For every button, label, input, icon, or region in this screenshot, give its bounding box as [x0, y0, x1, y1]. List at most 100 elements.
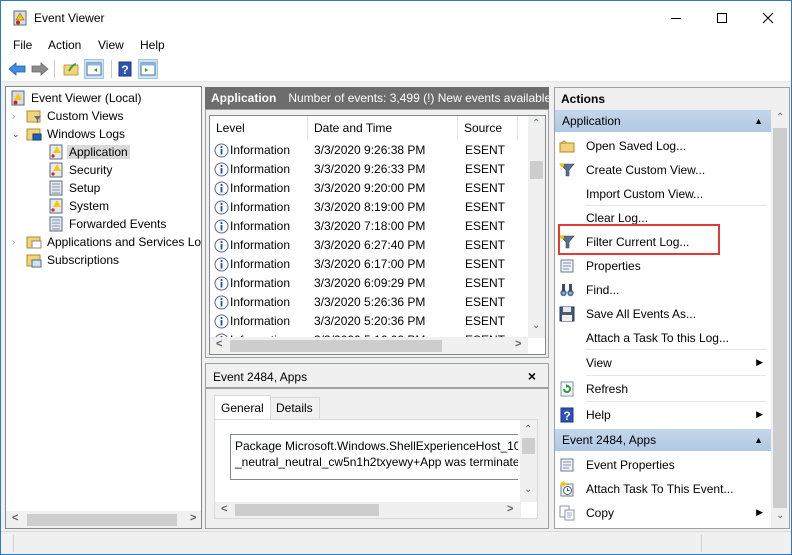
scrollbar-thumb[interactable] — [230, 340, 442, 352]
tree-item-application[interactable]: Application — [48, 143, 130, 161]
tree-item-setup[interactable]: Setup — [48, 179, 102, 197]
scroll-down-icon[interactable]: ⌄ — [776, 510, 784, 521]
cell-level: Information — [230, 143, 291, 157]
action-import-custom-view[interactable]: Import Custom View... — [555, 182, 771, 206]
svg-text:?: ? — [563, 409, 570, 423]
column-header-date-time[interactable]: Date and Time — [308, 116, 458, 140]
scroll-right-icon[interactable]: > — [190, 512, 196, 524]
scrollbar-thumb[interactable] — [773, 128, 787, 508]
event-message-box[interactable]: Package Microsoft.Windows.ShellExperienc… — [230, 434, 518, 480]
table-row[interactable]: Information 3/3/2020 5:20:36 PM ESENT — [210, 312, 528, 331]
action-attach-task-to-this-event[interactable]: Attach Task To This Event... — [555, 477, 771, 501]
tab-details[interactable]: Details — [269, 397, 320, 419]
cell-source: ESENT — [465, 219, 506, 233]
help-button[interactable]: ? — [115, 59, 135, 79]
cell-level: Information — [230, 200, 291, 214]
table-row[interactable]: Information 3/3/2020 5:26:36 PM ESENT — [210, 293, 528, 312]
menu-help[interactable]: Help — [140, 38, 165, 52]
cell-date-time: 3/3/2020 6:09:29 PM — [314, 276, 426, 290]
log-warning-icon — [49, 144, 63, 160]
action-attach-a-task-to-this-log[interactable]: Attach a Task To this Log... — [555, 326, 771, 350]
menu-file[interactable]: File — [13, 38, 32, 52]
table-row[interactable]: Information 3/3/2020 7:18:00 PM ESENT — [210, 217, 528, 236]
tree-item-custom-views[interactable]: › Custom Views — [12, 107, 125, 125]
column-header-source[interactable]: Source — [458, 116, 518, 140]
tree-item-system[interactable]: System — [48, 197, 111, 215]
show-hide-action-pane-button[interactable] — [138, 59, 158, 79]
table-row[interactable]: Information 3/3/2020 6:27:40 PM ESENT — [210, 236, 528, 255]
detail-horizontal-scrollbar[interactable]: < > — [215, 502, 521, 518]
scroll-up-icon[interactable]: ⌃ — [532, 118, 540, 129]
table-row[interactable]: Information 3/3/2020 6:09:29 PM ESENT — [210, 274, 528, 293]
events-vertical-scrollbar[interactable]: ⌃ ⌄ — [528, 116, 545, 338]
action-help[interactable]: ? Help ▶ — [555, 403, 771, 427]
action-find[interactable]: Find... — [555, 278, 771, 302]
tree-item-windows-logs[interactable]: ⌄ Windows Logs — [12, 125, 127, 143]
scrollbar-thumb[interactable] — [530, 161, 543, 179]
table-row[interactable]: Information 3/3/2020 9:20:00 PM ESENT — [210, 179, 528, 198]
maximize-button[interactable] — [699, 1, 745, 34]
actions-vertical-scrollbar[interactable]: ⌃ ⌄ — [771, 110, 789, 528]
action-refresh[interactable]: Refresh — [555, 377, 771, 401]
tree-item-security[interactable]: Security — [48, 161, 114, 179]
action-clear-log[interactable]: Clear Log... — [555, 206, 771, 230]
minimize-button[interactable] — [653, 1, 699, 34]
scrollbar-thumb[interactable] — [522, 438, 535, 454]
table-row[interactable]: Information 3/3/2020 9:26:33 PM ESENT — [210, 160, 528, 179]
tree-item-subscriptions[interactable]: Subscriptions — [26, 251, 121, 269]
action-save-all-events-as[interactable]: Save All Events As... — [555, 302, 771, 326]
collapse-chevron-icon[interactable]: ⌄ — [12, 129, 26, 140]
action-filter-current-log[interactable]: Filter Current Log... — [555, 230, 771, 254]
action-open-saved-log[interactable]: Open Saved Log... — [555, 134, 771, 158]
detail-header: Event 2484, Apps × — [206, 364, 548, 389]
action-label: Open Saved Log... — [586, 139, 687, 153]
scroll-down-icon[interactable]: ⌄ — [524, 484, 532, 495]
expand-chevron-icon[interactable]: › — [12, 111, 26, 122]
scrollbar-thumb[interactable] — [27, 514, 177, 526]
scroll-down-icon[interactable]: ⌄ — [532, 320, 540, 331]
toolbar-separator — [111, 60, 112, 78]
detail-vertical-scrollbar[interactable]: ⌃ ⌄ — [520, 420, 537, 502]
close-detail-icon[interactable]: × — [528, 368, 536, 384]
subscriptions-icon — [26, 254, 42, 268]
collapse-triangle-icon[interactable]: ▲ — [754, 110, 763, 132]
show-hide-console-tree-button[interactable] — [84, 59, 104, 79]
action-event-properties[interactable]: Event Properties — [555, 453, 771, 477]
expand-chevron-icon[interactable]: › — [12, 237, 26, 248]
table-row[interactable]: Information 3/3/2020 8:19:00 PM ESENT — [210, 198, 528, 217]
action-create-custom-view[interactable]: Create Custom View... — [555, 158, 771, 182]
scroll-left-icon[interactable]: < — [12, 512, 18, 524]
scroll-right-icon[interactable]: > — [515, 338, 521, 350]
tree-item-forwarded-events[interactable]: Forwarded Events — [48, 215, 168, 233]
action-properties[interactable]: Properties — [555, 254, 771, 278]
column-header-level[interactable]: Level — [210, 116, 308, 140]
back-button[interactable] — [7, 59, 27, 79]
scroll-left-icon[interactable]: < — [216, 338, 222, 350]
menu-action[interactable]: Action — [48, 38, 81, 52]
events-horizontal-scrollbar[interactable]: < > — [210, 337, 528, 354]
scroll-up-icon[interactable]: ⌃ — [776, 112, 784, 123]
forward-button[interactable] — [30, 59, 50, 79]
actions-section-header[interactable]: Event 2484, Apps ▲ — [555, 429, 771, 451]
tree-horizontal-scrollbar[interactable]: < > — [6, 511, 201, 528]
action-view[interactable]: View ▶ — [555, 351, 771, 375]
actions-section-header[interactable]: Application ▲ — [555, 110, 771, 132]
close-button[interactable] — [745, 1, 791, 34]
tree-item-applications-and-services-logs[interactable]: › Applications and Services Lo — [12, 233, 203, 251]
collapse-triangle-icon[interactable]: ▲ — [754, 429, 763, 451]
scrollbar-thumb[interactable] — [235, 504, 379, 516]
scroll-up-icon[interactable]: ⌃ — [524, 424, 532, 435]
folder-windows-icon — [26, 128, 42, 141]
scroll-right-icon[interactable]: > — [507, 503, 513, 515]
cell-date-time: 3/3/2020 5:20:36 PM — [314, 314, 426, 328]
table-row[interactable]: Information 3/3/2020 9:26:38 PM ESENT — [210, 141, 528, 160]
tab-general[interactable]: General — [214, 395, 271, 419]
scroll-left-icon[interactable]: < — [221, 503, 227, 515]
menu-view[interactable]: View — [98, 38, 124, 52]
open-button[interactable] — [61, 59, 81, 79]
event-viewer-app-icon — [13, 10, 27, 26]
action-copy[interactable]: Copy ▶ — [555, 501, 771, 525]
tree-item-event-viewer-local[interactable]: Event Viewer (Local) — [10, 89, 144, 107]
events-pane: Level Date and Time Source Information 3/… — [205, 109, 549, 358]
table-row[interactable]: Information 3/3/2020 6:17:00 PM ESENT — [210, 255, 528, 274]
